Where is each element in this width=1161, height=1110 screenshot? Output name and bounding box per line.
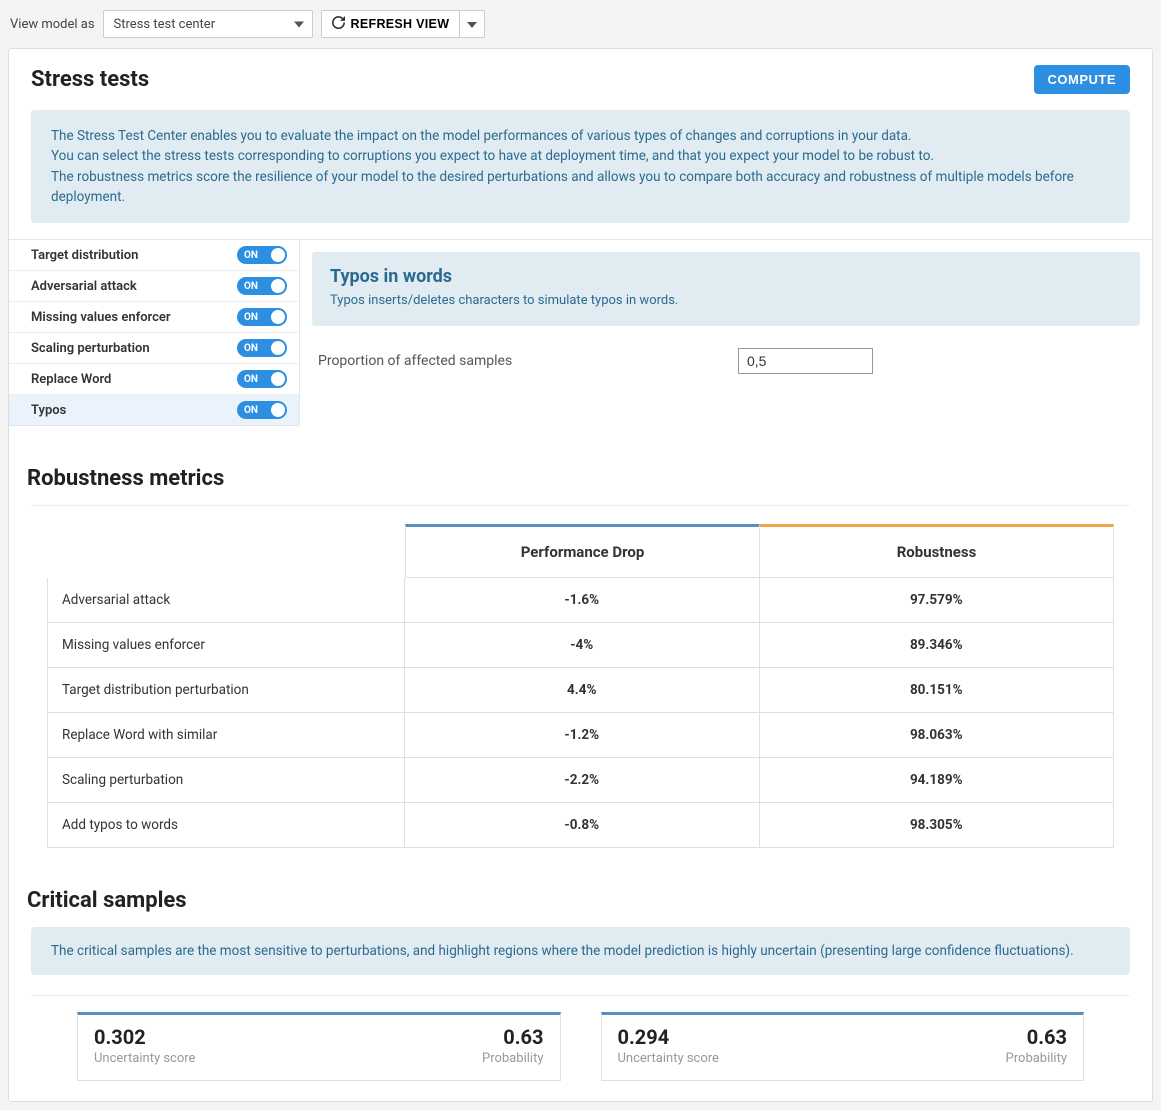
table-row: Replace Word with similar -1.2% 98.063% xyxy=(47,713,1114,758)
metrics-row-label: Replace Word with similar xyxy=(48,713,405,758)
probability-value: 0.63 xyxy=(1006,1025,1067,1049)
proportion-param-label: Proportion of affected samples xyxy=(318,353,738,369)
toggle-on[interactable]: ON xyxy=(237,339,287,357)
refresh-view-dropdown-button[interactable] xyxy=(459,10,485,38)
proportion-param-row: Proportion of affected samples xyxy=(312,326,1140,380)
toggle-on[interactable]: ON xyxy=(237,308,287,326)
view-model-select[interactable]: Stress test center xyxy=(103,10,313,38)
stress-info-line3: The robustness metrics score the resilie… xyxy=(51,167,1110,208)
critical-samples-info: The critical samples are the most sensit… xyxy=(31,927,1130,975)
test-item-scaling-perturbation[interactable]: Scaling perturbation ON xyxy=(9,333,299,364)
table-row: Scaling perturbation -2.2% 94.189% xyxy=(47,758,1114,803)
test-detail-panel: Typos in words Typos inserts/deletes cha… xyxy=(300,240,1152,426)
refresh-button-group: REFRESH VIEW xyxy=(321,10,486,38)
metrics-row-perf: -1.6% xyxy=(405,578,760,623)
probability-label: Probability xyxy=(1006,1051,1067,1066)
metrics-row-label: Target distribution perturbation xyxy=(48,668,405,713)
probability-label: Probability xyxy=(482,1051,543,1066)
stress-tests-header: Stress tests COMPUTE xyxy=(9,49,1152,94)
test-detail-title: Typos in words xyxy=(330,266,1122,287)
tests-list: Target distribution ON Adversarial attac… xyxy=(9,240,300,426)
compute-button[interactable]: COMPUTE xyxy=(1034,65,1131,94)
metrics-row-rob: 98.305% xyxy=(760,803,1115,848)
uncertainty-score-value: 0.302 xyxy=(94,1025,195,1049)
test-item-replace-word[interactable]: Replace Word ON xyxy=(9,364,299,395)
proportion-param-input[interactable] xyxy=(738,348,873,374)
metrics-row-perf: -2.2% xyxy=(405,758,760,803)
test-item-label: Replace Word xyxy=(31,372,111,387)
critical-samples-title: Critical samples xyxy=(9,848,1152,927)
metrics-row-perf: 4.4% xyxy=(405,668,760,713)
metrics-row-perf: -0.8% xyxy=(405,803,760,848)
test-detail-description: Typos inserts/deletes characters to simu… xyxy=(330,293,1122,308)
probability-value: 0.63 xyxy=(482,1025,543,1049)
tests-configuration-row: Target distribution ON Adversarial attac… xyxy=(9,239,1152,426)
toggle-on[interactable]: ON xyxy=(237,401,287,419)
metrics-row-rob: 80.151% xyxy=(760,668,1115,713)
metrics-row-rob: 89.346% xyxy=(760,623,1115,668)
stress-info-line2: You can select the stress tests correspo… xyxy=(51,146,1110,166)
metrics-header-row: Performance Drop Robustness xyxy=(47,524,1114,578)
test-item-missing-values[interactable]: Missing values enforcer ON xyxy=(9,302,299,333)
metrics-row-rob: 97.579% xyxy=(760,578,1115,623)
metrics-header-robustness: Robustness xyxy=(759,524,1114,578)
toggle-on[interactable]: ON xyxy=(237,246,287,264)
toggle-on[interactable]: ON xyxy=(237,277,287,295)
metrics-row-label: Add typos to words xyxy=(48,803,405,848)
view-model-select-value: Stress test center xyxy=(114,17,216,32)
table-row: Missing values enforcer -4% 89.346% xyxy=(47,623,1114,668)
metrics-row-label: Missing values enforcer xyxy=(48,623,405,668)
stress-tests-title: Stress tests xyxy=(31,67,149,92)
refresh-view-label: REFRESH VIEW xyxy=(351,17,450,31)
test-item-target-distribution[interactable]: Target distribution ON xyxy=(9,240,299,271)
metrics-row-label: Scaling perturbation xyxy=(48,758,405,803)
test-item-label: Scaling perturbation xyxy=(31,341,150,356)
refresh-view-button[interactable]: REFRESH VIEW xyxy=(321,10,460,38)
caret-down-icon xyxy=(467,17,477,31)
divider xyxy=(31,995,1130,996)
top-toolbar: View model as Stress test center REFRESH… xyxy=(0,0,1161,48)
metrics-row-rob: 98.063% xyxy=(760,713,1115,758)
metrics-row-perf: -1.2% xyxy=(405,713,760,758)
uncertainty-score-value: 0.294 xyxy=(618,1025,719,1049)
test-detail-banner: Typos in words Typos inserts/deletes cha… xyxy=(312,252,1140,326)
metrics-row-label: Adversarial attack xyxy=(48,578,405,623)
stress-info-line1: The Stress Test Center enables you to ev… xyxy=(51,126,1110,146)
caret-down-icon xyxy=(294,17,304,32)
divider xyxy=(31,505,1130,506)
test-item-typos[interactable]: Typos ON xyxy=(9,395,299,425)
uncertainty-score-label: Uncertainty score xyxy=(94,1051,195,1066)
metrics-row-perf: -4% xyxy=(405,623,760,668)
test-item-adversarial-attack[interactable]: Adversarial attack ON xyxy=(9,271,299,302)
main-panel: Stress tests COMPUTE The Stress Test Cen… xyxy=(8,48,1153,1102)
test-item-label: Missing values enforcer xyxy=(31,310,171,325)
metrics-header-performance-drop: Performance Drop xyxy=(405,524,759,578)
metrics-header-spacer xyxy=(47,524,405,578)
test-item-label: Adversarial attack xyxy=(31,279,137,294)
table-row: Add typos to words -0.8% 98.305% xyxy=(47,803,1114,848)
toggle-on[interactable]: ON xyxy=(237,370,287,388)
table-row: Target distribution perturbation 4.4% 80… xyxy=(47,668,1114,713)
test-item-label: Target distribution xyxy=(31,248,138,263)
refresh-icon xyxy=(332,16,345,32)
metrics-row-rob: 94.189% xyxy=(760,758,1115,803)
table-row: Adversarial attack -1.6% 97.579% xyxy=(47,578,1114,623)
uncertainty-score-label: Uncertainty score xyxy=(618,1051,719,1066)
test-item-label: Typos xyxy=(31,403,66,418)
robustness-metrics-table: Performance Drop Robustness Adversarial … xyxy=(47,524,1114,848)
view-model-as-label: View model as xyxy=(10,17,95,32)
robustness-metrics-title: Robustness metrics xyxy=(9,426,1152,505)
stress-tests-info: The Stress Test Center enables you to ev… xyxy=(31,110,1130,223)
